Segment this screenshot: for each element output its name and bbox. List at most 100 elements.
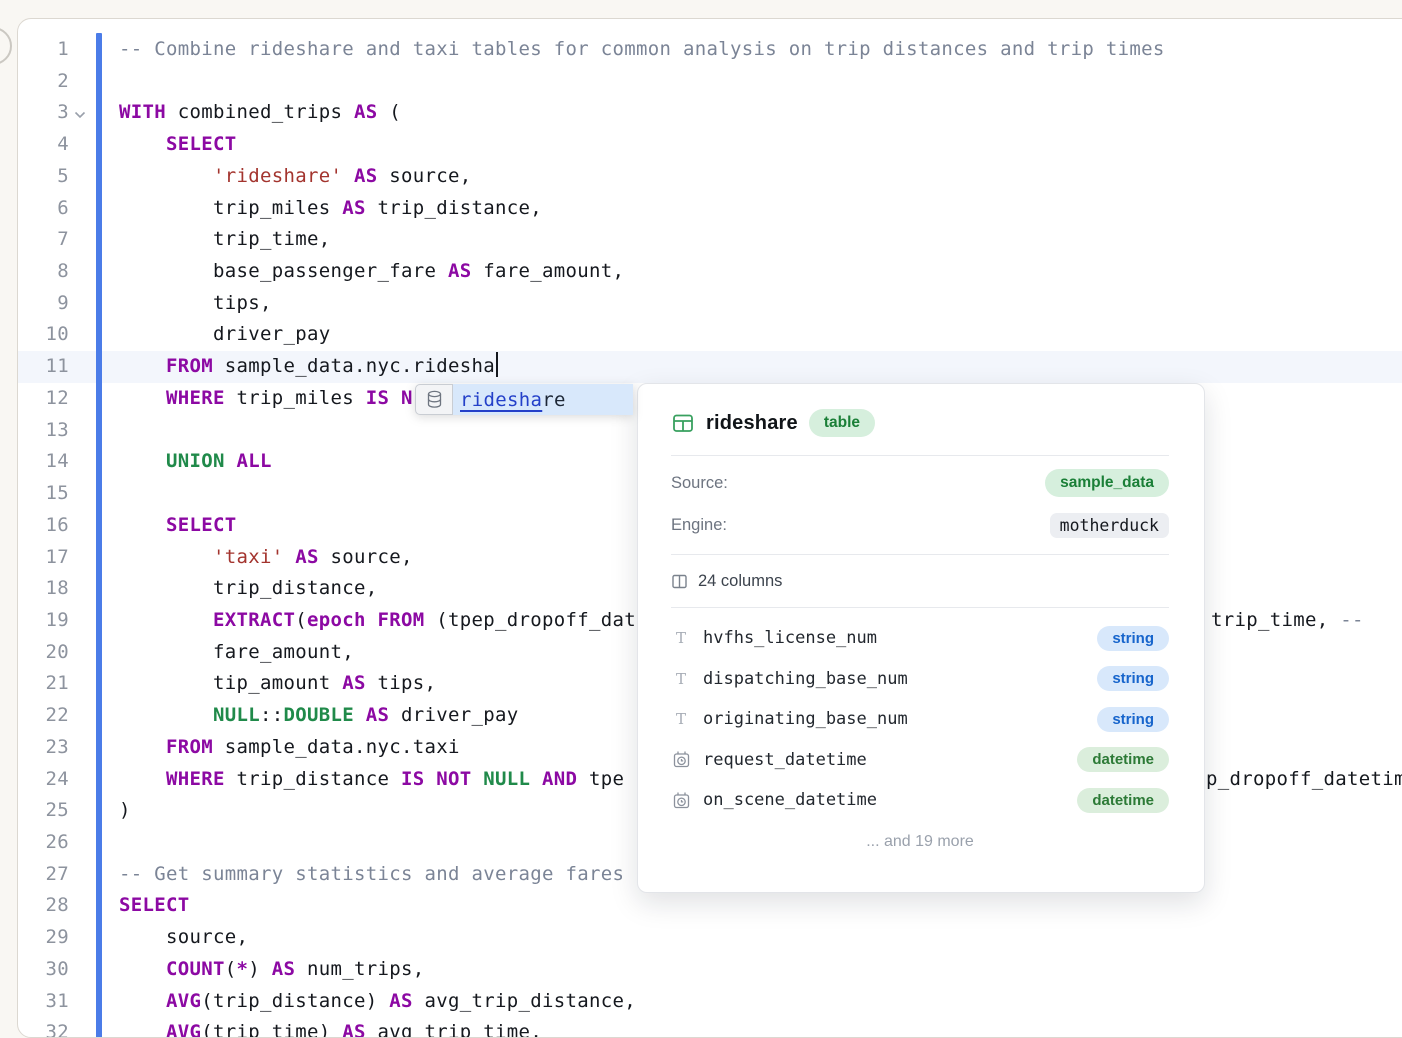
code-token: N xyxy=(401,387,413,409)
code-line[interactable]: trip_time, xyxy=(119,224,1402,256)
code-token xyxy=(119,736,166,758)
column-type-badge: datetime xyxy=(1077,747,1169,772)
code-token: UNION xyxy=(166,450,225,472)
column-type-badge: string xyxy=(1097,626,1169,651)
code-line[interactable]: COUNT(*) AS num_trips, xyxy=(119,954,1402,986)
columns-count-row: 24 columns xyxy=(671,555,1169,607)
code-token: trip_time, xyxy=(119,228,330,250)
code-token xyxy=(530,768,542,790)
code-token: sample_data.nyc.ridesha xyxy=(213,355,495,377)
line-number: 6 xyxy=(25,193,69,225)
code-line[interactable]: FROM sample_data.nyc.ridesha xyxy=(119,351,1402,383)
code-line[interactable]: source, xyxy=(119,922,1402,954)
code-token: source, xyxy=(319,546,413,568)
line-number: 12 xyxy=(25,383,69,415)
code-token: :: xyxy=(260,704,284,726)
line-number: 8 xyxy=(25,256,69,288)
line-number: 20 xyxy=(25,637,69,669)
code-token: epoch xyxy=(307,609,366,631)
code-token: AVG xyxy=(166,990,201,1012)
line-number: 3 xyxy=(25,97,69,129)
source-value-badge: sample_data xyxy=(1045,469,1169,497)
code-token: (tpep_dropoff_dat xyxy=(425,609,636,631)
code-token: fare_amount, xyxy=(471,260,624,282)
code-token: AS xyxy=(389,990,413,1012)
autocomplete-popup: rideshare xyxy=(415,384,633,415)
column-row: Tdispatching_base_numstring xyxy=(671,659,1169,700)
columns-icon xyxy=(671,573,688,590)
code-token: ( xyxy=(225,958,237,980)
code-token xyxy=(284,546,296,568)
text-type-icon: T xyxy=(671,710,691,728)
code-line[interactable]: tips, xyxy=(119,288,1402,320)
code-token xyxy=(119,546,213,568)
code-line[interactable]: base_passenger_fare AS fare_amount, xyxy=(119,256,1402,288)
code-line[interactable]: WITH combined_trips AS ( xyxy=(119,97,1402,129)
code-line[interactable]: 'rideshare' AS source, xyxy=(119,161,1402,193)
code-line[interactable]: trip_miles AS trip_distance, xyxy=(119,193,1402,225)
code-token xyxy=(119,990,166,1012)
code-token: AS xyxy=(366,704,390,726)
code-token xyxy=(119,355,166,377)
column-row: request_datetime datetime xyxy=(671,740,1169,781)
table-info-card: rideshare table Source: sample_data Engi… xyxy=(637,383,1205,893)
code-line[interactable]: SELECT xyxy=(119,890,1402,922)
code-token: fare_amount, xyxy=(119,641,354,663)
column-name: originating_base_num xyxy=(703,709,908,729)
code-token: 'taxi' xyxy=(213,546,284,568)
code-token: (trip_distance) xyxy=(201,990,389,1012)
line-number: 27 xyxy=(25,859,69,891)
code-token: ) xyxy=(119,799,131,821)
code-token: tip_amount xyxy=(119,672,342,694)
engine-value-badge: motherduck xyxy=(1050,513,1169,538)
code-token xyxy=(119,387,166,409)
code-token: AS xyxy=(272,958,296,980)
column-row: on_scene_datetimedatetime xyxy=(671,780,1169,821)
code-token: ) xyxy=(248,958,272,980)
line-number: 4 xyxy=(25,129,69,161)
code-token xyxy=(342,165,354,187)
line-number: 11 xyxy=(25,351,69,383)
code-token: WHERE xyxy=(166,768,225,790)
code-token: FROM xyxy=(378,609,425,631)
source-row: Source: sample_data xyxy=(671,462,1169,504)
code-line[interactable] xyxy=(119,66,1402,98)
more-columns-label: ... and 19 more xyxy=(671,833,1169,851)
column-name: on_scene_datetime xyxy=(703,790,877,810)
fold-chevron-down-icon[interactable] xyxy=(74,106,86,124)
code-line[interactable]: driver_pay xyxy=(119,319,1402,351)
code-token xyxy=(389,387,401,409)
code-token: sample_data.nyc.taxi xyxy=(213,736,460,758)
column-row: Toriginating_base_numstring xyxy=(671,699,1169,740)
line-number: 25 xyxy=(25,795,69,827)
code-line[interactable]: AVG(trip_time) AS avg_trip_time, xyxy=(119,1017,1402,1038)
code-token: 'rideshare' xyxy=(213,165,342,187)
code-token: source, xyxy=(119,926,248,948)
code-token: DOUBLE xyxy=(284,704,355,726)
code-token xyxy=(119,958,166,980)
code-token: SELECT xyxy=(119,894,190,916)
code-line[interactable]: AVG(trip_distance) AS avg_trip_distance, xyxy=(119,986,1402,1018)
code-line[interactable]: SELECT xyxy=(119,129,1402,161)
line-number: 31 xyxy=(25,986,69,1018)
line-number: 32 xyxy=(25,1017,69,1038)
code-token: SELECT xyxy=(166,133,237,155)
database-icon xyxy=(415,384,453,415)
autocomplete-item-rideshare[interactable]: rideshare xyxy=(453,384,633,415)
code-token: EXTRACT xyxy=(213,609,295,631)
table-title: rideshare xyxy=(706,412,798,435)
engine-label: Engine: xyxy=(671,516,727,535)
code-line[interactable]: -- Combine rideshare and taxi tables for… xyxy=(119,34,1402,66)
code-token: ( xyxy=(295,609,307,631)
code-token: num_trips, xyxy=(295,958,424,980)
code-token: FROM xyxy=(166,355,213,377)
table-info-header: rideshare table xyxy=(671,406,1169,440)
code-token: * xyxy=(237,958,249,980)
svg-text:T: T xyxy=(676,670,686,688)
gutter-change-bar xyxy=(96,33,102,1038)
line-number: 13 xyxy=(25,415,69,447)
column-name: request_datetime xyxy=(703,750,867,770)
code-token: AS xyxy=(448,260,472,282)
code-token: AND xyxy=(542,768,577,790)
text-cursor xyxy=(496,352,498,377)
